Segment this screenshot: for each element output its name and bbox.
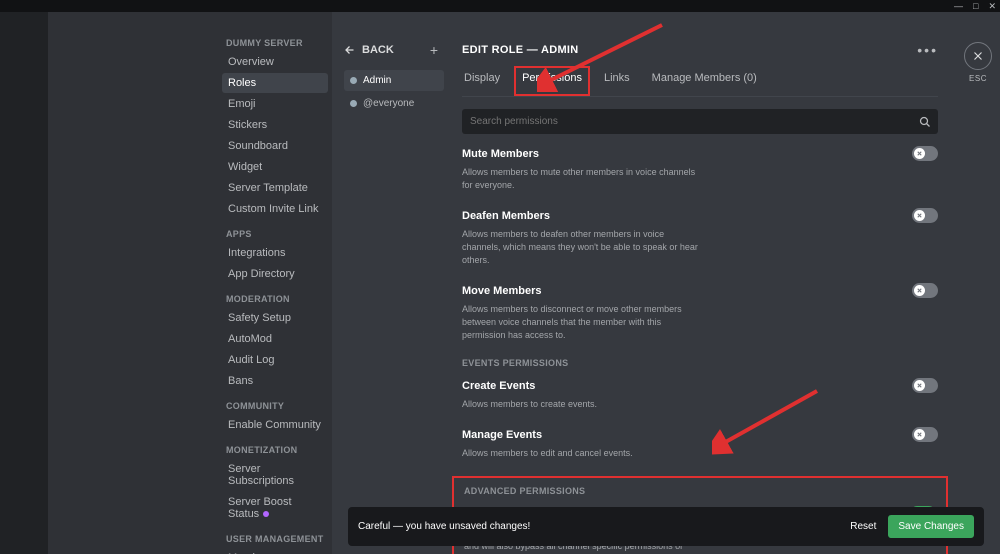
left-spacer xyxy=(48,12,212,554)
unsaved-message: Careful — you have unsaved changes! xyxy=(358,521,530,532)
roles-list-panel: BACK + Admin @everyone xyxy=(332,12,450,554)
settings-sidebar: DUMMY SERVER Overview Roles Emoji Sticke… xyxy=(212,12,332,554)
perm-title: Deafen Members xyxy=(462,210,550,222)
nav-heading-community: COMMUNITY xyxy=(226,401,328,411)
toggle-create-events[interactable] xyxy=(912,378,938,393)
unsaved-changes-bar: Careful — you have unsaved changes! Rese… xyxy=(348,507,984,546)
sidebar-item-audit-log[interactable]: Audit Log xyxy=(222,350,328,370)
guild-rail xyxy=(0,12,48,554)
tab-links[interactable]: Links xyxy=(602,72,632,96)
perm-title: Move Members xyxy=(462,285,541,297)
toggle-manage-events[interactable] xyxy=(912,427,938,442)
sidebar-item-stickers[interactable]: Stickers xyxy=(222,115,328,135)
role-color-dot xyxy=(350,100,357,107)
events-heading: EVENTS PERMISSIONS xyxy=(462,358,938,368)
more-options-button[interactable]: ••• xyxy=(917,42,938,58)
sidebar-item-bans[interactable]: Bans xyxy=(222,371,328,391)
perm-title: Manage Events xyxy=(462,429,542,441)
save-changes-button[interactable]: Save Changes xyxy=(888,515,974,538)
sidebar-item-safety[interactable]: Safety Setup xyxy=(222,308,328,328)
close-settings-button[interactable] xyxy=(964,42,992,70)
editor-tabs: Display Permissions Links Manage Members… xyxy=(462,72,938,97)
perm-desc: Allows members to deafen other members i… xyxy=(462,228,700,267)
window-maximize[interactable]: □ xyxy=(973,1,978,11)
editor-title: EDIT ROLE — ADMIN xyxy=(462,44,579,56)
perm-move-members: Move Members Allows members to disconnec… xyxy=(462,283,938,342)
sidebar-item-integrations[interactable]: Integrations xyxy=(222,243,328,263)
perm-desc: Allows members to disconnect or move oth… xyxy=(462,303,700,342)
boost-dot-icon xyxy=(263,511,269,517)
nav-heading-moderation: MODERATION xyxy=(226,294,328,304)
tab-permissions[interactable]: Permissions xyxy=(520,72,584,96)
toggle-mute[interactable] xyxy=(912,146,938,161)
sidebar-item-roles[interactable]: Roles xyxy=(222,73,328,93)
close-icon xyxy=(971,49,985,63)
role-editor: EDIT ROLE — ADMIN ••• Display Permission… xyxy=(450,12,962,554)
sidebar-item-app-directory[interactable]: App Directory xyxy=(222,264,328,284)
perm-create-events: Create Events Allows members to create e… xyxy=(462,378,938,411)
role-item-admin[interactable]: Admin xyxy=(344,70,444,91)
tab-manage-members[interactable]: Manage Members (0) xyxy=(650,72,759,96)
sidebar-item-server-template[interactable]: Server Template xyxy=(222,178,328,198)
window-close[interactable]: ✕ xyxy=(988,1,996,12)
right-margin xyxy=(962,12,1000,554)
perm-title: Mute Members xyxy=(462,148,539,160)
perm-mute-members: Mute Members Allows members to mute othe… xyxy=(462,146,938,192)
sidebar-item-subscriptions[interactable]: Server Subscriptions xyxy=(222,459,328,491)
reset-button[interactable]: Reset xyxy=(850,521,876,532)
sidebar-item-enable-community[interactable]: Enable Community xyxy=(222,415,328,435)
advanced-heading: ADVANCED PERMISSIONS xyxy=(464,486,936,496)
tab-display[interactable]: Display xyxy=(462,72,502,96)
arrow-left-icon xyxy=(344,44,356,56)
nav-heading-apps: APPS xyxy=(226,229,328,239)
perm-manage-events: Manage Events Allows members to edit and… xyxy=(462,427,938,460)
perm-title: Create Events xyxy=(462,380,535,392)
window-minimize[interactable]: — xyxy=(954,1,963,11)
window-titlebar: — □ ✕ xyxy=(0,0,1000,12)
sidebar-item-soundboard[interactable]: Soundboard xyxy=(222,136,328,156)
nav-heading-user-mgmt: USER MANAGEMENT xyxy=(226,534,328,544)
perm-desc: Allows members to mute other members in … xyxy=(462,166,700,192)
toggle-move[interactable] xyxy=(912,283,938,298)
role-color-dot xyxy=(350,77,357,84)
sidebar-item-members[interactable]: Members xyxy=(222,548,328,554)
sidebar-item-emoji[interactable]: Emoji xyxy=(222,94,328,114)
search-permissions-input[interactable] xyxy=(462,109,938,134)
close-label: ESC xyxy=(964,74,992,83)
sidebar-item-boost[interactable]: Server Boost Status xyxy=(222,492,328,524)
toggle-deafen[interactable] xyxy=(912,208,938,223)
role-item-everyone[interactable]: @everyone xyxy=(344,93,444,114)
perm-deafen-members: Deafen Members Allows members to deafen … xyxy=(462,208,938,267)
add-role-button[interactable]: + xyxy=(430,42,438,58)
back-button[interactable]: BACK xyxy=(344,44,394,56)
nav-heading-server: DUMMY SERVER xyxy=(226,38,328,48)
nav-heading-monetization: MONETIZATION xyxy=(226,445,328,455)
perm-desc: Allows members to create events. xyxy=(462,398,700,411)
sidebar-item-custom-invite[interactable]: Custom Invite Link xyxy=(222,199,328,219)
sidebar-item-automod[interactable]: AutoMod xyxy=(222,329,328,349)
close-panel: ESC xyxy=(964,42,992,83)
perm-desc: Allows members to edit and cancel events… xyxy=(462,447,700,460)
search-icon xyxy=(919,116,931,128)
sidebar-item-overview[interactable]: Overview xyxy=(222,52,328,72)
sidebar-item-widget[interactable]: Widget xyxy=(222,157,328,177)
